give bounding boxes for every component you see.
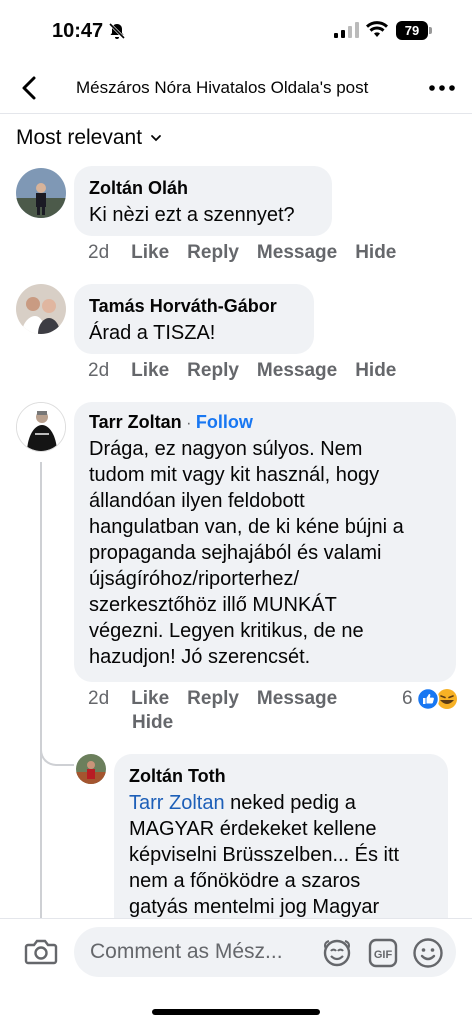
avatar[interactable]	[16, 284, 66, 334]
more-options-icon[interactable]	[428, 76, 456, 100]
comment-author[interactable]: Tamás Horváth-Gábor	[89, 296, 277, 317]
cellular-signal-icon	[334, 22, 359, 38]
post-header: Mészáros Nóra Hivatalos Oldala's post	[0, 64, 472, 114]
comment-actions: 2d Like Reply Message	[88, 688, 355, 710]
avatar[interactable]	[16, 402, 66, 452]
comment-line: képviselni Brüsszelben... És itt	[129, 844, 400, 866]
wifi-icon	[366, 21, 388, 37]
comment-author[interactable]: Zoltán Oláh	[89, 178, 188, 199]
battery-level: 79	[396, 21, 428, 40]
hide-button[interactable]: Hide	[355, 242, 396, 263]
message-button[interactable]: Message	[257, 242, 337, 263]
emoji-icon[interactable]	[412, 937, 444, 969]
comment-text: Ki nèzi ezt a szennyet?	[89, 204, 295, 226]
bell-muted-icon	[108, 22, 126, 40]
comment-input[interactable]: Comment as Mész... GIF	[74, 927, 456, 977]
reply-button[interactable]: Reply	[187, 360, 239, 381]
comment-bubble: Tamás Horváth-Gábor Árad a TISZA!	[74, 284, 314, 354]
comment-age: 2d	[88, 360, 110, 381]
hide-button[interactable]: Hide	[355, 360, 396, 381]
comment-line: állandóan ilyen feldobott	[89, 490, 305, 512]
reaction-summary[interactable]: 6	[402, 688, 459, 710]
battery-icon: 79	[396, 21, 432, 40]
avatar[interactable]	[76, 754, 106, 784]
gif-icon[interactable]: GIF	[368, 938, 398, 968]
comment-bubble: Zoltán Oláh Ki nèzi ezt a szennyet?	[74, 166, 332, 236]
comment-composer: Comment as Mész... GIF	[0, 918, 472, 1024]
comment-text: Drága, ez nagyon súlyos. Nem tudom mit v…	[89, 436, 404, 670]
comment-line: MAGYAR érdekeket kellene	[129, 818, 377, 840]
comment-line: tudom mit vagy kit használ, hogy	[89, 464, 380, 486]
reaction-count: 6	[402, 688, 413, 709]
comment-author[interactable]: Tarr Zoltan	[89, 412, 182, 432]
page-title: Mészáros Nóra Hivatalos Oldala's post	[76, 78, 369, 97]
chevron-down-icon	[151, 135, 161, 142]
reply-button[interactable]: Reply	[187, 688, 239, 709]
message-button[interactable]: Message	[257, 688, 337, 709]
clock: 10:47	[52, 20, 104, 42]
comment-line: végezni. Legyen kritikus, de ne	[89, 620, 364, 642]
reply-button[interactable]: Reply	[187, 242, 239, 263]
message-button[interactable]: Message	[257, 360, 337, 381]
like-button[interactable]: Like	[131, 242, 169, 263]
comment-line: hangulatban van, de ki kéne bújni a	[89, 516, 404, 538]
comment-line: szerkesztőhöz illő MUNKÁT	[89, 594, 337, 616]
like-haha-reaction-icon	[416, 688, 457, 710]
comment-age: 2d	[88, 688, 110, 709]
status-bar: 10:47 79	[0, 0, 472, 64]
comment-line: propaganda sejhajából és valami	[89, 542, 382, 564]
reply-connector	[40, 720, 74, 766]
sort-dropdown[interactable]: Most relevant	[16, 126, 162, 150]
sort-label: Most relevant	[16, 126, 143, 149]
thread-line	[40, 462, 42, 922]
mention-link[interactable]: Tarr Zoltan	[129, 792, 225, 814]
comment-actions: 2d Like Reply Message Hide	[88, 360, 414, 382]
comment-text: Árad a TISZA!	[89, 322, 216, 344]
comment-age: 2d	[88, 242, 110, 263]
separator-dot: ·	[186, 415, 192, 432]
comment-bubble: Tarr Zoltan · Follow Drága, ez nagyon sú…	[74, 402, 456, 682]
hide-button[interactable]: Hide	[132, 712, 173, 733]
comment-text: Tarr Zoltan neked pedig a MAGYAR érdekek…	[129, 790, 399, 920]
back-arrow-icon[interactable]	[18, 74, 42, 102]
home-indicator	[152, 1009, 320, 1015]
like-button[interactable]: Like	[131, 688, 169, 709]
comment-line: hazudjon! Jó szerencsét.	[89, 646, 311, 668]
follow-button[interactable]: Follow	[196, 412, 253, 432]
comment-actions: Hide	[132, 712, 191, 734]
comment-placeholder: Comment as Mész...	[90, 940, 283, 963]
comment-line: újságíróhoz/riporterhez/	[89, 568, 300, 590]
svg-text:GIF: GIF	[374, 949, 393, 961]
comment-line: neked pedig a	[224, 792, 356, 814]
comment-line: nem a főnöködre a szaros	[129, 870, 361, 892]
avatar[interactable]	[16, 168, 66, 218]
camera-icon[interactable]	[24, 937, 58, 967]
avatar-sticker-icon[interactable]	[322, 938, 352, 968]
comment-actions: 2d Like Reply Message Hide	[88, 242, 414, 264]
like-button[interactable]: Like	[131, 360, 169, 381]
comment-author[interactable]: Zoltán Toth	[129, 766, 226, 787]
comment-line: gatyás mentelmi jog Magyar	[129, 896, 380, 918]
comment-line: Drága, ez nagyon súlyos. Nem	[89, 438, 363, 460]
